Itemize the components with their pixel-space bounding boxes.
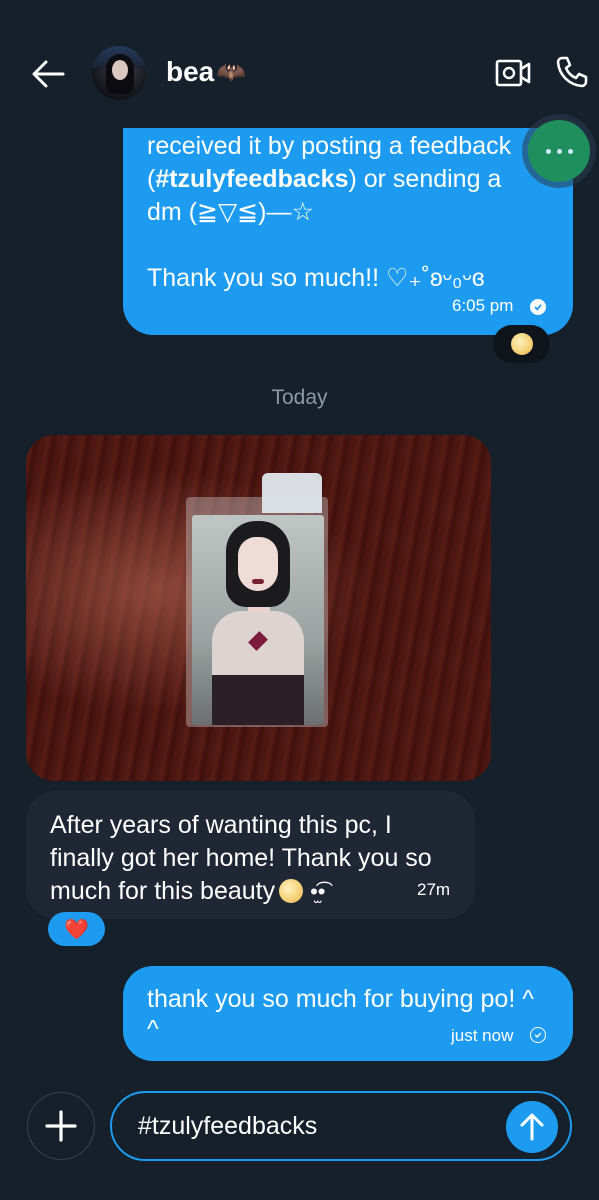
phone-call-button[interactable] bbox=[552, 52, 592, 92]
read-check-icon bbox=[530, 299, 546, 315]
message-timestamp: 27m bbox=[417, 880, 451, 899]
outgoing-message-bubble[interactable]: thank you so much for buying po! ^ ^ bbox=[123, 966, 573, 1061]
more-options-button[interactable] bbox=[528, 120, 590, 182]
bat-emoji: 🦇 bbox=[216, 58, 247, 86]
message-timestamp: just now bbox=[451, 1026, 514, 1045]
photo-message[interactable] bbox=[26, 435, 491, 781]
avatar[interactable] bbox=[92, 46, 146, 100]
moon-emoji-icon bbox=[510, 333, 533, 355]
sent-check-icon bbox=[530, 1027, 546, 1043]
photocard-image bbox=[192, 515, 324, 725]
contact-name-text: bea bbox=[166, 56, 215, 87]
moon-emoji-icon bbox=[279, 879, 304, 903]
video-call-button[interactable] bbox=[494, 54, 532, 92]
back-button[interactable] bbox=[28, 56, 68, 92]
incoming-message-text: After years of wanting this pc, I finall… bbox=[50, 811, 432, 905]
message-reaction[interactable] bbox=[493, 325, 550, 363]
message-reaction[interactable]: ❤️ bbox=[48, 912, 105, 946]
incoming-message-bubble[interactable]: After years of wanting this pc, I finall… bbox=[26, 791, 475, 919]
plus-icon bbox=[45, 1110, 77, 1142]
send-button[interactable] bbox=[506, 1101, 558, 1153]
chat-header: bea 🦇 bbox=[0, 0, 599, 128]
video-call-icon bbox=[495, 59, 531, 87]
hashtag-link[interactable]: #tzulyfeedbacks bbox=[155, 165, 348, 193]
phone-icon bbox=[556, 56, 588, 88]
emoji-tail: •̫͡• bbox=[310, 879, 326, 904]
back-arrow-icon bbox=[32, 60, 65, 88]
heart-emoji-icon: ❤️ bbox=[64, 918, 89, 941]
send-arrow-icon bbox=[520, 1113, 544, 1141]
contact-name[interactable]: bea 🦇 bbox=[166, 56, 246, 88]
add-media-button[interactable] bbox=[27, 1092, 95, 1160]
outgoing-message-text: received it by posting a feedback (#tzul… bbox=[147, 132, 512, 292]
more-icon bbox=[545, 148, 551, 154]
message-timestamp: 6:05 pm bbox=[452, 296, 514, 315]
message-composer bbox=[110, 1091, 572, 1161]
date-separator: Today bbox=[271, 386, 328, 409]
message-input[interactable] bbox=[138, 1107, 498, 1145]
